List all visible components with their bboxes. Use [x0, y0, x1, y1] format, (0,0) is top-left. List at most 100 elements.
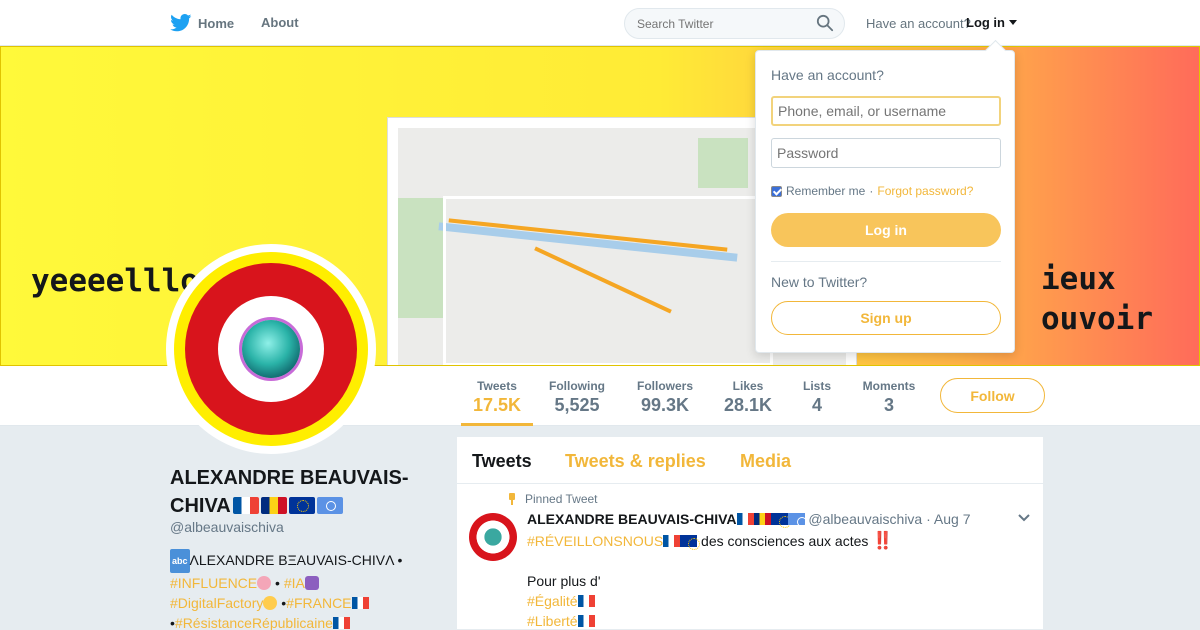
france-flag-icon [332, 617, 350, 629]
pin-icon [507, 493, 517, 505]
tweet-text-part: Pour plus d' [527, 573, 601, 589]
login-dropdown-toggle[interactable]: Log in [966, 15, 1017, 30]
france-flag-icon [577, 615, 595, 627]
hashtag-link[interactable]: #RésistanceRépublicaine [175, 615, 333, 630]
stat-value: 3 [883, 395, 894, 415]
eu-flag-icon [680, 535, 701, 550]
map-park [698, 138, 748, 188]
double-exclamation-icon: ‼️ [872, 531, 894, 550]
profile-name[interactable]: ALEXANDRE BEAUVAIS- CHIVA [170, 464, 440, 520]
tab-tweets-replies[interactable]: Tweets & replies [565, 451, 706, 472]
un-flag-icon [316, 497, 343, 514]
login-button[interactable]: Log in [771, 213, 1001, 247]
hashtag-link[interactable]: #Liberté [527, 613, 578, 629]
france-flag-icon [663, 535, 681, 547]
password-input[interactable] [771, 138, 1001, 168]
france-flag-icon [577, 595, 595, 607]
search-icon[interactable] [816, 14, 834, 32]
tweet-avatar[interactable] [469, 513, 517, 561]
un-flag-icon [787, 513, 807, 527]
stat-value: 99.3K [640, 395, 690, 415]
remember-me-checkbox[interactable] [771, 185, 782, 197]
have-account-text: Have an account? [866, 16, 971, 31]
twitter-bird-icon [170, 14, 192, 32]
timeline-tabs: Tweets Tweets & replies Media [457, 437, 1045, 484]
stat-label: Tweets [477, 379, 517, 393]
stat-tweets[interactable]: Tweets 17.5K [461, 366, 533, 426]
person-icon [263, 596, 278, 610]
chevron-down-icon[interactable] [1017, 513, 1031, 523]
stat-followers[interactable]: Followers 99.3K [629, 366, 701, 426]
stat-value: 17.5K [472, 395, 522, 415]
tweet-text-part: des consciences aux actes [697, 533, 873, 549]
timeline: Tweets Tweets & replies Media Pinned Twe… [456, 436, 1045, 630]
avatar-photo [242, 320, 300, 378]
france-flag-icon [736, 513, 754, 525]
bio-bullet: • [275, 575, 280, 591]
tweet-author-handle[interactable]: @albeauvaischiva [808, 511, 922, 527]
tab-tweets[interactable]: Tweets [472, 451, 532, 472]
romania-flag-icon [260, 497, 287, 514]
banner-right-text: ouvoir [1041, 301, 1153, 337]
romania-flag-icon [753, 513, 771, 525]
forgot-password-link[interactable]: Forgot password? [877, 184, 973, 198]
dropdown-title: Have an account? [771, 67, 884, 83]
tab-media[interactable]: Media [740, 451, 791, 472]
stat-likes[interactable]: Likes 28.1K [717, 366, 779, 426]
profile-handle[interactable]: @albeauvaischiva [170, 519, 284, 535]
stat-moments[interactable]: Moments 3 [857, 366, 921, 426]
new-to-twitter-text: New to Twitter? [771, 274, 868, 290]
map-park [398, 198, 443, 318]
tweet-text: #RÉVEILLONSNOUS des consciences aux acte… [527, 531, 1027, 630]
login-label: Log in [966, 15, 1005, 30]
banner-right-text: ieux [1041, 261, 1116, 297]
follow-button[interactable]: Follow [940, 378, 1045, 413]
pinned-tweet-label: Pinned Tweet [507, 492, 598, 506]
tweet-author-name[interactable]: ALEXANDRE BEAUVAIS-CHIVA [527, 511, 737, 527]
separator-dot: · [869, 184, 874, 198]
about-link[interactable]: About [261, 15, 299, 30]
signup-button[interactable]: Sign up [771, 301, 1001, 335]
home-label: Home [198, 15, 235, 31]
stat-label: Following [549, 379, 605, 393]
remember-me-label[interactable]: Remember me [786, 184, 865, 198]
stat-label: Moments [862, 379, 916, 393]
france-flag-icon [351, 597, 369, 609]
username-input[interactable] [771, 96, 1001, 126]
stat-following[interactable]: Following 5,525 [541, 366, 613, 426]
avatar-yellow-ring [174, 252, 368, 446]
stat-label: Likes [732, 379, 764, 393]
login-dropdown: Have an account? Remember me · Forgot pa… [755, 50, 1015, 353]
stat-label: Followers [636, 379, 693, 393]
stat-value: 5,525 [554, 395, 600, 415]
hashtag-link[interactable]: #DigitalFactory [170, 595, 263, 611]
hashtag-link[interactable]: #RÉVEILLONSNOUS [527, 533, 663, 549]
bio-name: ΛLEXANDRE BΞAUVAIS-CHIVΛ • [189, 552, 403, 568]
stat-lists[interactable]: Lists 4 [796, 366, 838, 426]
france-flag-icon [232, 497, 259, 514]
search-input[interactable] [624, 8, 845, 39]
profile-name-line2: CHIVA [170, 495, 231, 517]
stat-label: Lists [802, 379, 831, 393]
tweet-header: ALEXANDRE BEAUVAIS-CHIVA @albeauvaischiv… [527, 511, 971, 528]
avatar[interactable] [166, 244, 376, 454]
tweet-date[interactable]: · Aug 7 [926, 511, 970, 527]
avatar-white-ring [218, 296, 324, 402]
brain-icon [257, 576, 272, 590]
banner-left-text: yeeeelllo [31, 263, 199, 299]
profile-name-line1: ALEXANDRE BEAUVAIS- [170, 467, 409, 489]
eu-flag-icon [288, 497, 315, 514]
home-link[interactable]: Home [170, 12, 234, 34]
hashtag-link[interactable]: #IA [284, 575, 305, 591]
eu-flag-icon [770, 513, 791, 528]
profile-bio: abc ΛLEXANDRE BΞAUVAIS-CHIVΛ • #INFLUENCE… [170, 549, 440, 630]
stat-value: 28.1K [723, 395, 773, 415]
top-nav-bar: Home About Have an account? Log in [0, 0, 1200, 46]
hashtag-link[interactable]: #FRANCE [286, 595, 351, 611]
hashtag-link[interactable]: #INFLUENCE [170, 575, 257, 591]
pinned-text: Pinned Tweet [525, 492, 598, 506]
stat-value: 4 [811, 395, 822, 415]
hashtag-link[interactable]: #Égalité [527, 593, 578, 609]
remember-me-row: Remember me · Forgot password? [771, 184, 973, 198]
avatar-red-ring [185, 263, 357, 435]
